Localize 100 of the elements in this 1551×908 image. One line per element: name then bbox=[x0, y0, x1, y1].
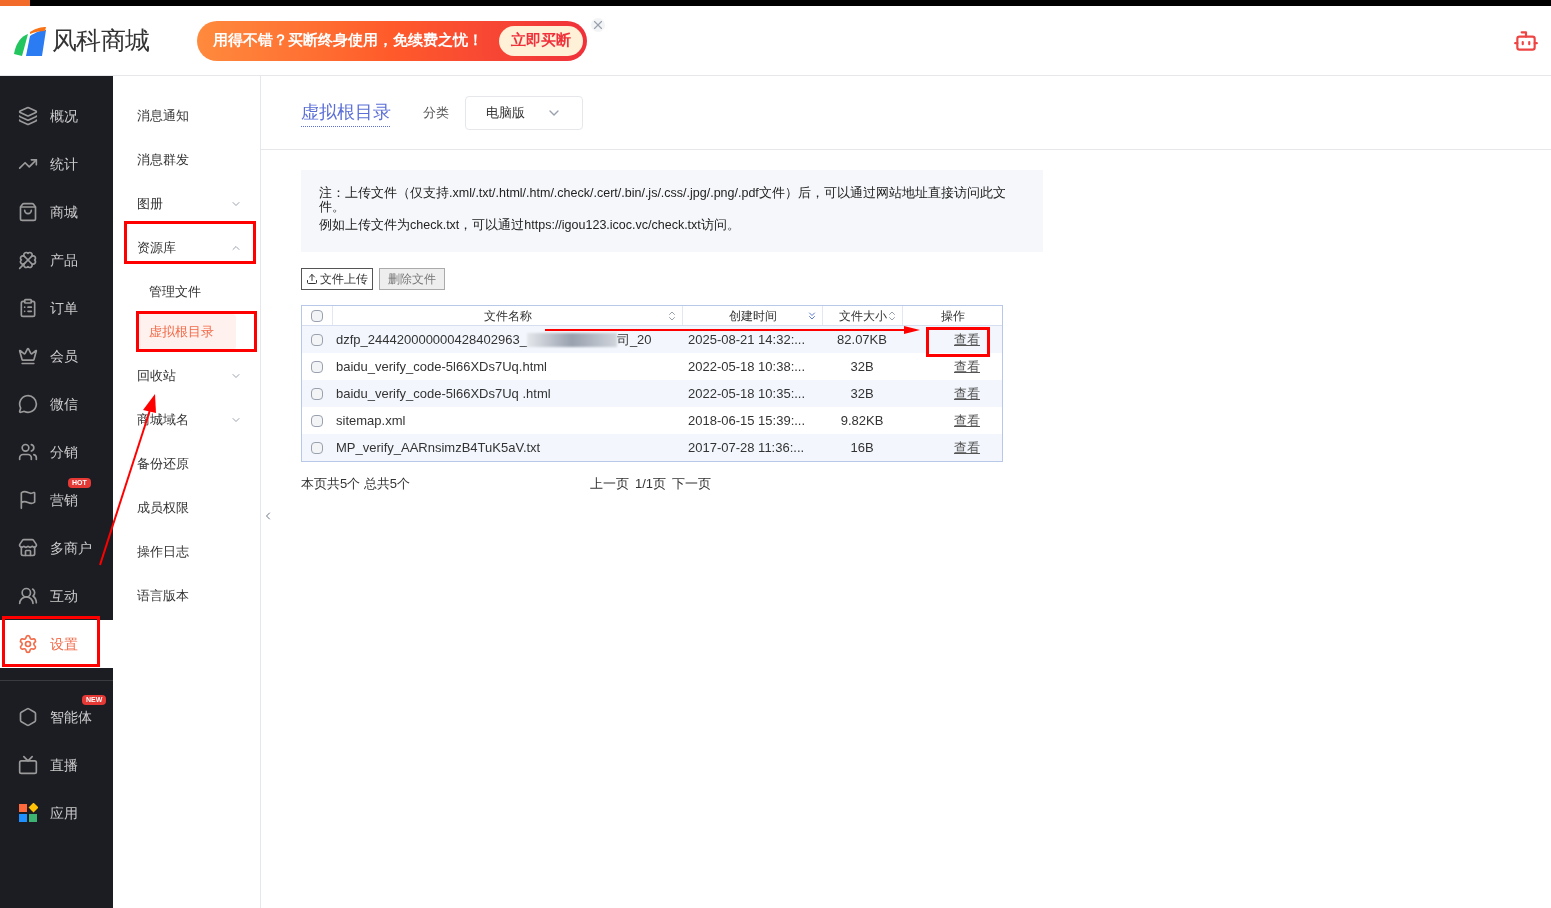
nav-icon bbox=[18, 106, 38, 126]
row-checkbox[interactable] bbox=[311, 360, 323, 373]
annotation-box bbox=[926, 327, 990, 357]
row-checkbox[interactable] bbox=[311, 387, 323, 400]
file-name: dzfp_244420000000428402963_ bbox=[336, 330, 527, 349]
upload-icon bbox=[306, 273, 318, 285]
page-title: 虚拟根目录 bbox=[301, 101, 391, 124]
nav-label: 微信 bbox=[50, 394, 78, 414]
select-all-checkbox[interactable] bbox=[311, 309, 323, 322]
created-time: 2022-05-18 10:38:... bbox=[688, 358, 806, 374]
file-name: MP_verify_AARnsimzB4TuK5aV.txt bbox=[336, 438, 541, 457]
file-name: baidu_verify_code-5l66XDs7Uq .html bbox=[336, 384, 551, 403]
row-checkbox[interactable] bbox=[311, 441, 323, 454]
file-name: sitemap.xml bbox=[336, 411, 406, 430]
file-size: 32B bbox=[850, 358, 874, 374]
sidebar-item[interactable]: 订单 bbox=[0, 284, 113, 332]
nav-label: 设置 bbox=[50, 634, 78, 654]
sidebar-item[interactable]: 商城 bbox=[0, 188, 113, 236]
nav-icon bbox=[18, 634, 38, 654]
column-header[interactable]: 文件名称 bbox=[332, 306, 682, 325]
nav-label: 应用 bbox=[50, 803, 78, 823]
nav-label: 多商户 bbox=[50, 538, 92, 558]
category-label: 分类 bbox=[423, 103, 449, 122]
submenu-item[interactable]: 成员权限 bbox=[113, 486, 260, 530]
submenu-item[interactable]: 操作日志 bbox=[113, 530, 260, 574]
column-header[interactable]: 创建时间 bbox=[682, 306, 822, 325]
submenu-item[interactable]: 语言版本 bbox=[113, 574, 260, 618]
nav-label: 订单 bbox=[50, 298, 78, 318]
nav-icon bbox=[18, 346, 38, 366]
nav-icon bbox=[18, 298, 38, 318]
nav-icon bbox=[18, 202, 38, 222]
nav-icon bbox=[18, 755, 38, 775]
sidebar-item[interactable]: 统计 bbox=[0, 140, 113, 188]
row-checkbox[interactable] bbox=[311, 333, 323, 346]
file-size: 82.07KB bbox=[837, 331, 887, 347]
sidebar-item[interactable]: 互动 bbox=[0, 572, 113, 620]
created-time: 2017-07-28 11:36:... bbox=[688, 439, 805, 455]
sidebar-item[interactable]: 概况 bbox=[0, 92, 113, 140]
nav-label: 会员 bbox=[50, 346, 78, 366]
nav-icon bbox=[18, 538, 38, 558]
nav-label: 营销 bbox=[50, 490, 78, 510]
nav-label: 统计 bbox=[50, 154, 78, 174]
view-link[interactable]: 查看 bbox=[954, 412, 980, 428]
nav-icon bbox=[18, 707, 38, 727]
category-select[interactable]: 电脑版 bbox=[465, 95, 583, 130]
submenu-item[interactable]: 资源库 bbox=[113, 226, 260, 270]
sort-icon[interactable] bbox=[666, 309, 678, 322]
nav-icon bbox=[18, 490, 38, 510]
buy-now-button[interactable]: 立即买断 bbox=[499, 25, 583, 56]
row-checkbox[interactable] bbox=[311, 414, 323, 427]
created-time: 2022-05-18 10:35:... bbox=[688, 385, 806, 401]
sidebar-item[interactable]: 直播 bbox=[0, 741, 113, 789]
nav-label: 分销 bbox=[50, 442, 78, 462]
view-link[interactable]: 查看 bbox=[954, 385, 980, 401]
sidebar-item[interactable]: 产品 bbox=[0, 236, 113, 284]
nav-label: 互动 bbox=[50, 586, 78, 606]
column-header[interactable]: 文件大小 bbox=[822, 306, 902, 325]
sidebar-item[interactable]: 分销 bbox=[0, 428, 113, 476]
nav-icon bbox=[18, 586, 38, 606]
view-link[interactable]: 查看 bbox=[954, 439, 980, 455]
delete-button[interactable]: 删除文件 bbox=[379, 268, 445, 290]
created-time: 2018-06-15 15:39:... bbox=[688, 412, 806, 428]
top-strip-accent bbox=[0, 0, 30, 6]
nav-label: 商城 bbox=[50, 202, 78, 222]
next-page-link[interactable]: 下一页 bbox=[672, 474, 712, 494]
submenu-item[interactable]: 消息群发 bbox=[113, 138, 260, 182]
submenu-item[interactable]: 图册 bbox=[113, 182, 260, 226]
nav-icon bbox=[18, 442, 38, 462]
page-number: 1/1页 bbox=[635, 475, 667, 493]
page-count-text: 本页共5个 总共5个 bbox=[301, 475, 412, 493]
submenu-item[interactable]: 消息通知 bbox=[113, 94, 260, 138]
promo-banner[interactable]: 用得不错？买断终身使用，免续费之忧！ 立即买断 bbox=[197, 20, 587, 61]
view-link[interactable]: 查看 bbox=[954, 331, 980, 347]
nav-label: 智能体 bbox=[50, 707, 92, 727]
nav-label: 产品 bbox=[50, 250, 78, 270]
nav-icon bbox=[18, 394, 38, 414]
submenu-subitem[interactable]: 管理文件 bbox=[137, 274, 236, 310]
upload-button[interactable]: 文件上传 bbox=[301, 268, 373, 290]
view-link[interactable]: 查看 bbox=[954, 358, 980, 374]
created-time: 2025-08-21 14:32:... bbox=[688, 331, 806, 347]
nav-label: 直播 bbox=[50, 755, 78, 775]
sort-descending-icon[interactable] bbox=[806, 309, 818, 322]
file-name: 司_20 bbox=[616, 330, 652, 349]
submenu-item[interactable]: 备份还原 bbox=[113, 442, 260, 486]
nav-icon bbox=[18, 250, 38, 270]
apps-icon bbox=[18, 803, 38, 823]
nav-label: 概况 bbox=[50, 106, 78, 126]
logo-text: 风科商城 bbox=[52, 24, 150, 56]
file-size: 32B bbox=[850, 385, 874, 401]
promo-text: 用得不错？买断终身使用，免续费之忧！ bbox=[213, 30, 483, 51]
close-icon[interactable] bbox=[591, 18, 605, 32]
sort-icon[interactable] bbox=[886, 309, 898, 322]
sidebar-item[interactable]: 会员 bbox=[0, 332, 113, 380]
sidebar-item[interactable]: 微信 bbox=[0, 380, 113, 428]
file-size: 16B bbox=[850, 439, 874, 455]
sidebar-item[interactable]: 应用 bbox=[0, 789, 113, 837]
submenu-item[interactable]: 回收站 bbox=[113, 354, 260, 398]
column-header[interactable]: 操作 bbox=[902, 306, 1002, 325]
sidebar-item[interactable]: 多商户 bbox=[0, 524, 113, 572]
previous-page-link[interactable]: 上一页 bbox=[590, 474, 629, 494]
